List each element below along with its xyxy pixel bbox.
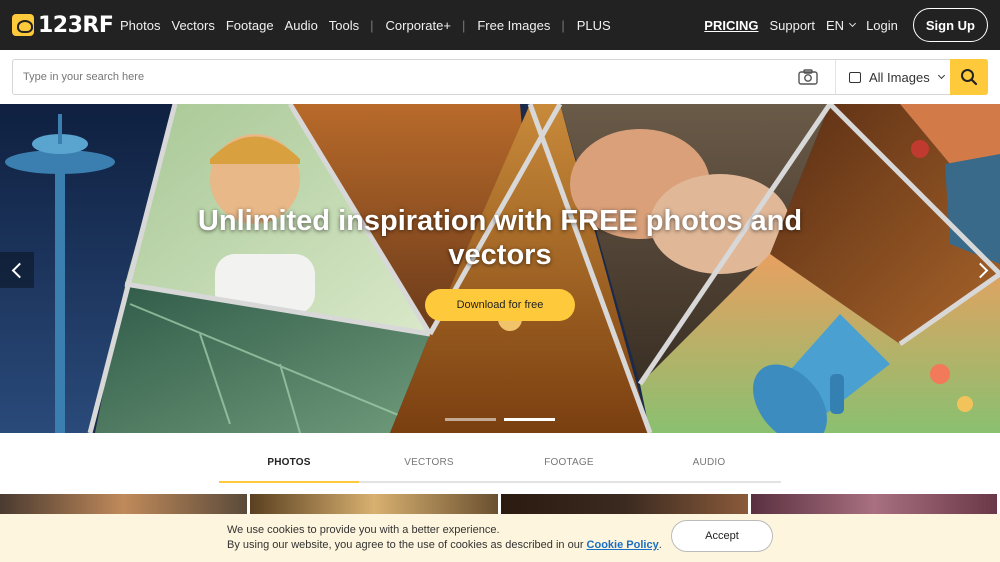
chevron-right-icon — [972, 262, 989, 278]
signup-button[interactable]: Sign Up — [912, 8, 988, 42]
cookie-banner: We use cookies to provide you with a bet… — [0, 514, 1000, 562]
nav-footage[interactable]: Footage — [226, 18, 274, 33]
search-button[interactable] — [950, 59, 988, 95]
carousel-prev-button[interactable] — [0, 252, 34, 288]
logo[interactable]: 123RF — [12, 12, 114, 38]
thumbnail[interactable] — [0, 494, 248, 514]
nav-tools[interactable]: Tools — [329, 18, 359, 33]
nav-audio[interactable]: Audio — [285, 18, 318, 33]
cookie-policy-link[interactable]: Cookie Policy — [587, 539, 659, 551]
chevron-left-icon — [11, 262, 28, 278]
main-nav: Photos Vectors Footage Audio Tools | Cor… — [120, 0, 622, 50]
carousel-indicators — [445, 418, 563, 421]
tab-vectors[interactable]: VECTORS — [359, 451, 499, 481]
nav-plus[interactable]: PLUS — [577, 18, 611, 33]
login-link[interactable]: Login — [866, 18, 898, 33]
tab-footage[interactable]: FOOTAGE — [499, 451, 639, 481]
carousel-dot-1[interactable] — [445, 418, 496, 421]
carousel-next-button[interactable] — [966, 252, 1000, 288]
chevron-down-icon — [937, 71, 945, 79]
cookie-line-2-text: By using our website, you agree to the u… — [227, 539, 587, 551]
search-input[interactable] — [23, 60, 783, 94]
thumbnail[interactable] — [500, 494, 748, 514]
cookie-line-2-end: . — [658, 539, 662, 551]
download-free-button[interactable]: Download for free — [425, 289, 575, 321]
top-navigation: 123RF Photos Vectors Footage Audio Tools… — [0, 0, 1000, 50]
nav-photos[interactable]: Photos — [120, 18, 160, 33]
language-selector[interactable]: EN — [826, 17, 857, 33]
nav-separator: | — [561, 17, 565, 33]
nav-separator: | — [370, 17, 374, 33]
tab-audio[interactable]: AUDIO — [639, 451, 779, 481]
thumbnail[interactable] — [250, 494, 498, 514]
cookie-line-1: We use cookies to provide you with a bet… — [227, 524, 500, 536]
category-select[interactable]: All Images — [849, 60, 945, 94]
logo-icon — [12, 14, 34, 36]
nav-separator: | — [461, 17, 466, 33]
cookie-line-2: By using our website, you agree to the u… — [227, 538, 662, 553]
search-icon — [961, 69, 978, 86]
camera-icon[interactable] — [798, 69, 818, 85]
support-link[interactable]: Support — [769, 18, 815, 33]
image-icon — [849, 71, 861, 83]
search-divider — [835, 60, 836, 94]
nav-vectors[interactable]: Vectors — [171, 18, 214, 33]
search-bar: All Images — [12, 59, 988, 95]
category-label: All Images — [869, 69, 930, 85]
media-type-tabs: PHOTOS VECTORS FOOTAGE AUDIO — [219, 451, 781, 483]
logo-text: 123RF — [38, 12, 114, 38]
tab-photos[interactable]: PHOTOS — [219, 451, 359, 483]
nav-corporate-plus[interactable]: Corporate+ — [386, 18, 451, 33]
chevron-down-icon — [849, 19, 857, 27]
nav-right: PRICING Support EN Login Sign Up — [704, 0, 988, 50]
thumbnail[interactable] — [750, 494, 997, 514]
carousel-dot-2[interactable] — [504, 418, 555, 421]
cookie-message: We use cookies to provide you with a bet… — [227, 523, 662, 553]
hero-banner: Unlimited inspiration with FREE photos a… — [0, 104, 1000, 433]
thumbnail-strip — [0, 494, 1000, 514]
nav-free-images[interactable]: Free Images — [477, 18, 550, 33]
pricing-link[interactable]: PRICING — [704, 18, 758, 33]
accept-cookies-button[interactable]: Accept — [671, 520, 773, 552]
hero-title: Unlimited inspiration with FREE photos a… — [197, 205, 803, 271]
language-label: EN — [826, 17, 845, 33]
